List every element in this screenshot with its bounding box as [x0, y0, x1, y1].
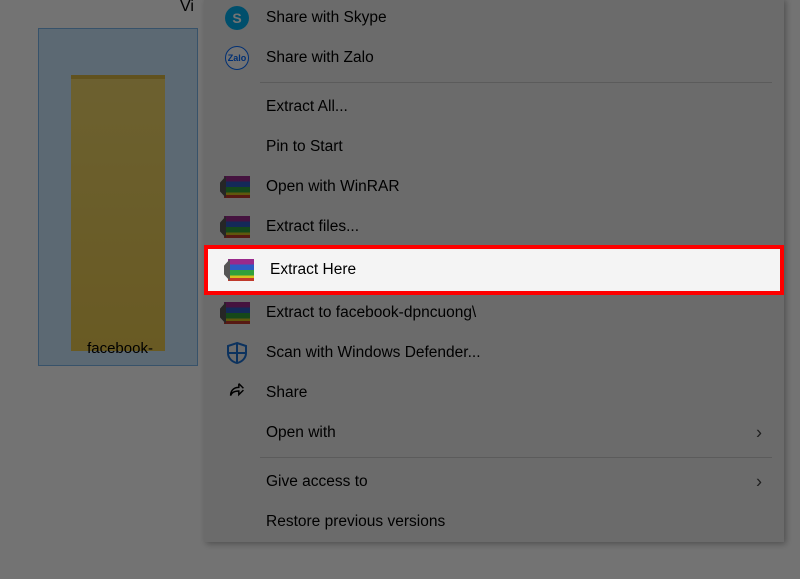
menu-label: Share with Skype [256, 9, 784, 27]
menu-share[interactable]: Share [204, 373, 784, 413]
menu-extract-to[interactable]: Extract to facebook-dpncuong\ [204, 293, 784, 333]
menu-label: Share with Zalo [256, 49, 784, 67]
highlighted-menu-row: Extract Here [204, 245, 784, 295]
menu-open-with[interactable]: Open with › [204, 413, 784, 453]
context-menu: S Share with Skype Zalo Share with Zalo … [204, 0, 784, 542]
menu-separator [260, 457, 772, 458]
defender-shield-icon [225, 341, 249, 365]
chevron-right-icon: › [756, 472, 762, 493]
winrar-icon [224, 302, 250, 324]
menu-label: Open with WinRAR [256, 178, 784, 196]
menu-extract-here[interactable]: Extract Here [204, 245, 784, 295]
file-name-label: facebook- [20, 340, 220, 357]
menu-extract-files[interactable]: Extract files... [204, 207, 784, 247]
winrar-icon [224, 176, 250, 198]
menu-defender[interactable]: Scan with Windows Defender... [204, 333, 784, 373]
menu-label: Open with [256, 424, 784, 442]
menu-label: Scan with Windows Defender... [256, 344, 784, 362]
menu-label: Pin to Start [256, 138, 784, 156]
menu-share-zalo[interactable]: Zalo Share with Zalo [204, 38, 784, 78]
menu-open-winrar[interactable]: Open with WinRAR [204, 167, 784, 207]
menu-label: Extract files... [256, 218, 784, 236]
chevron-right-icon: › [756, 423, 762, 444]
winrar-icon [224, 216, 250, 238]
menu-extract-all[interactable]: Extract All... [204, 87, 784, 127]
file-selection: Vi facebook- [20, 0, 220, 380]
menu-pin-to-start[interactable]: Pin to Start [204, 127, 784, 167]
menu-label: Extract Here [260, 261, 780, 279]
folder-icon [71, 75, 165, 351]
menu-restore-previous[interactable]: Restore previous versions [204, 502, 784, 542]
share-icon [226, 380, 248, 407]
menu-label: Share [256, 384, 784, 402]
menu-share-skype[interactable]: S Share with Skype [204, 0, 784, 38]
menu-label: Give access to [256, 473, 784, 491]
file-explorer-area: Vi facebook- S Share with Skype Zalo Sha… [0, 0, 800, 579]
selected-file-card[interactable] [38, 28, 198, 366]
menu-label: Extract All... [256, 98, 784, 116]
header-fragment: Vi [180, 0, 194, 16]
menu-label: Restore previous versions [256, 513, 784, 531]
menu-label: Extract to facebook-dpncuong\ [256, 304, 784, 322]
winrar-icon [228, 259, 254, 281]
skype-icon: S [225, 6, 249, 30]
menu-separator [260, 82, 772, 83]
menu-give-access[interactable]: Give access to › [204, 462, 784, 502]
zalo-icon: Zalo [225, 46, 249, 70]
